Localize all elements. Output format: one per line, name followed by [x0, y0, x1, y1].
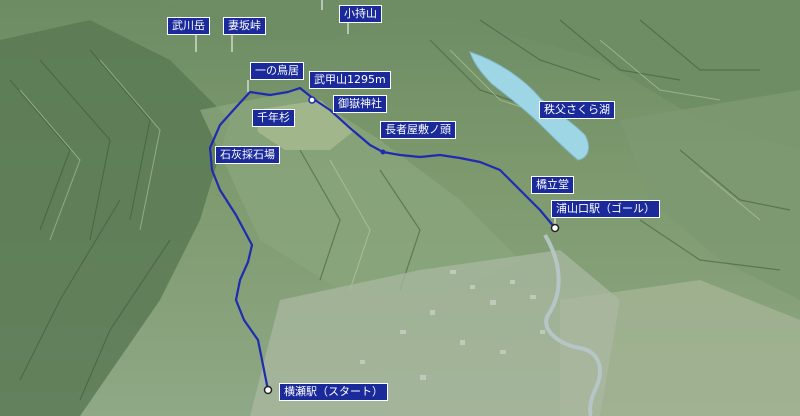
label-bukosan[interactable]: 武甲山1295m [309, 71, 391, 89]
start-marker[interactable] [263, 385, 273, 395]
label-sennen-sugi[interactable]: 千年杉 [252, 109, 295, 127]
label-sekkai-saisekijo[interactable]: 石灰採石場 [215, 146, 280, 164]
label-ichi-no-torii[interactable]: 一の鳥居 [250, 62, 304, 80]
waypoint-marker [380, 149, 386, 155]
terrain-map[interactable] [0, 0, 800, 416]
label-choja-yashiki[interactable]: 長者屋敷ノ頭 [380, 121, 456, 139]
label-urayamaguchi-eki[interactable]: 浦山口駅（ゴール） [551, 200, 660, 218]
label-yokoze-eki[interactable]: 横瀬駅（スタート） [279, 383, 388, 401]
map-view[interactable]: 武川岳 妻坂峠 小持山 一の鳥居 武甲山1295m 御嶽神社 千年杉 秩父さくら… [0, 0, 800, 416]
goal-marker[interactable] [550, 223, 560, 233]
peak-marker[interactable] [308, 96, 316, 104]
label-chichibu-sakura-ko[interactable]: 秩父さくら湖 [539, 101, 615, 119]
label-tsumasaka-toge[interactable]: 妻坂峠 [223, 17, 266, 35]
label-takegawa-dake[interactable]: 武川岳 [167, 17, 210, 35]
label-ontake-jinja[interactable]: 御嶽神社 [333, 95, 387, 113]
label-tachibana-do[interactable]: 橋立堂 [531, 176, 574, 194]
label-komochi-yama[interactable]: 小持山 [339, 5, 382, 23]
